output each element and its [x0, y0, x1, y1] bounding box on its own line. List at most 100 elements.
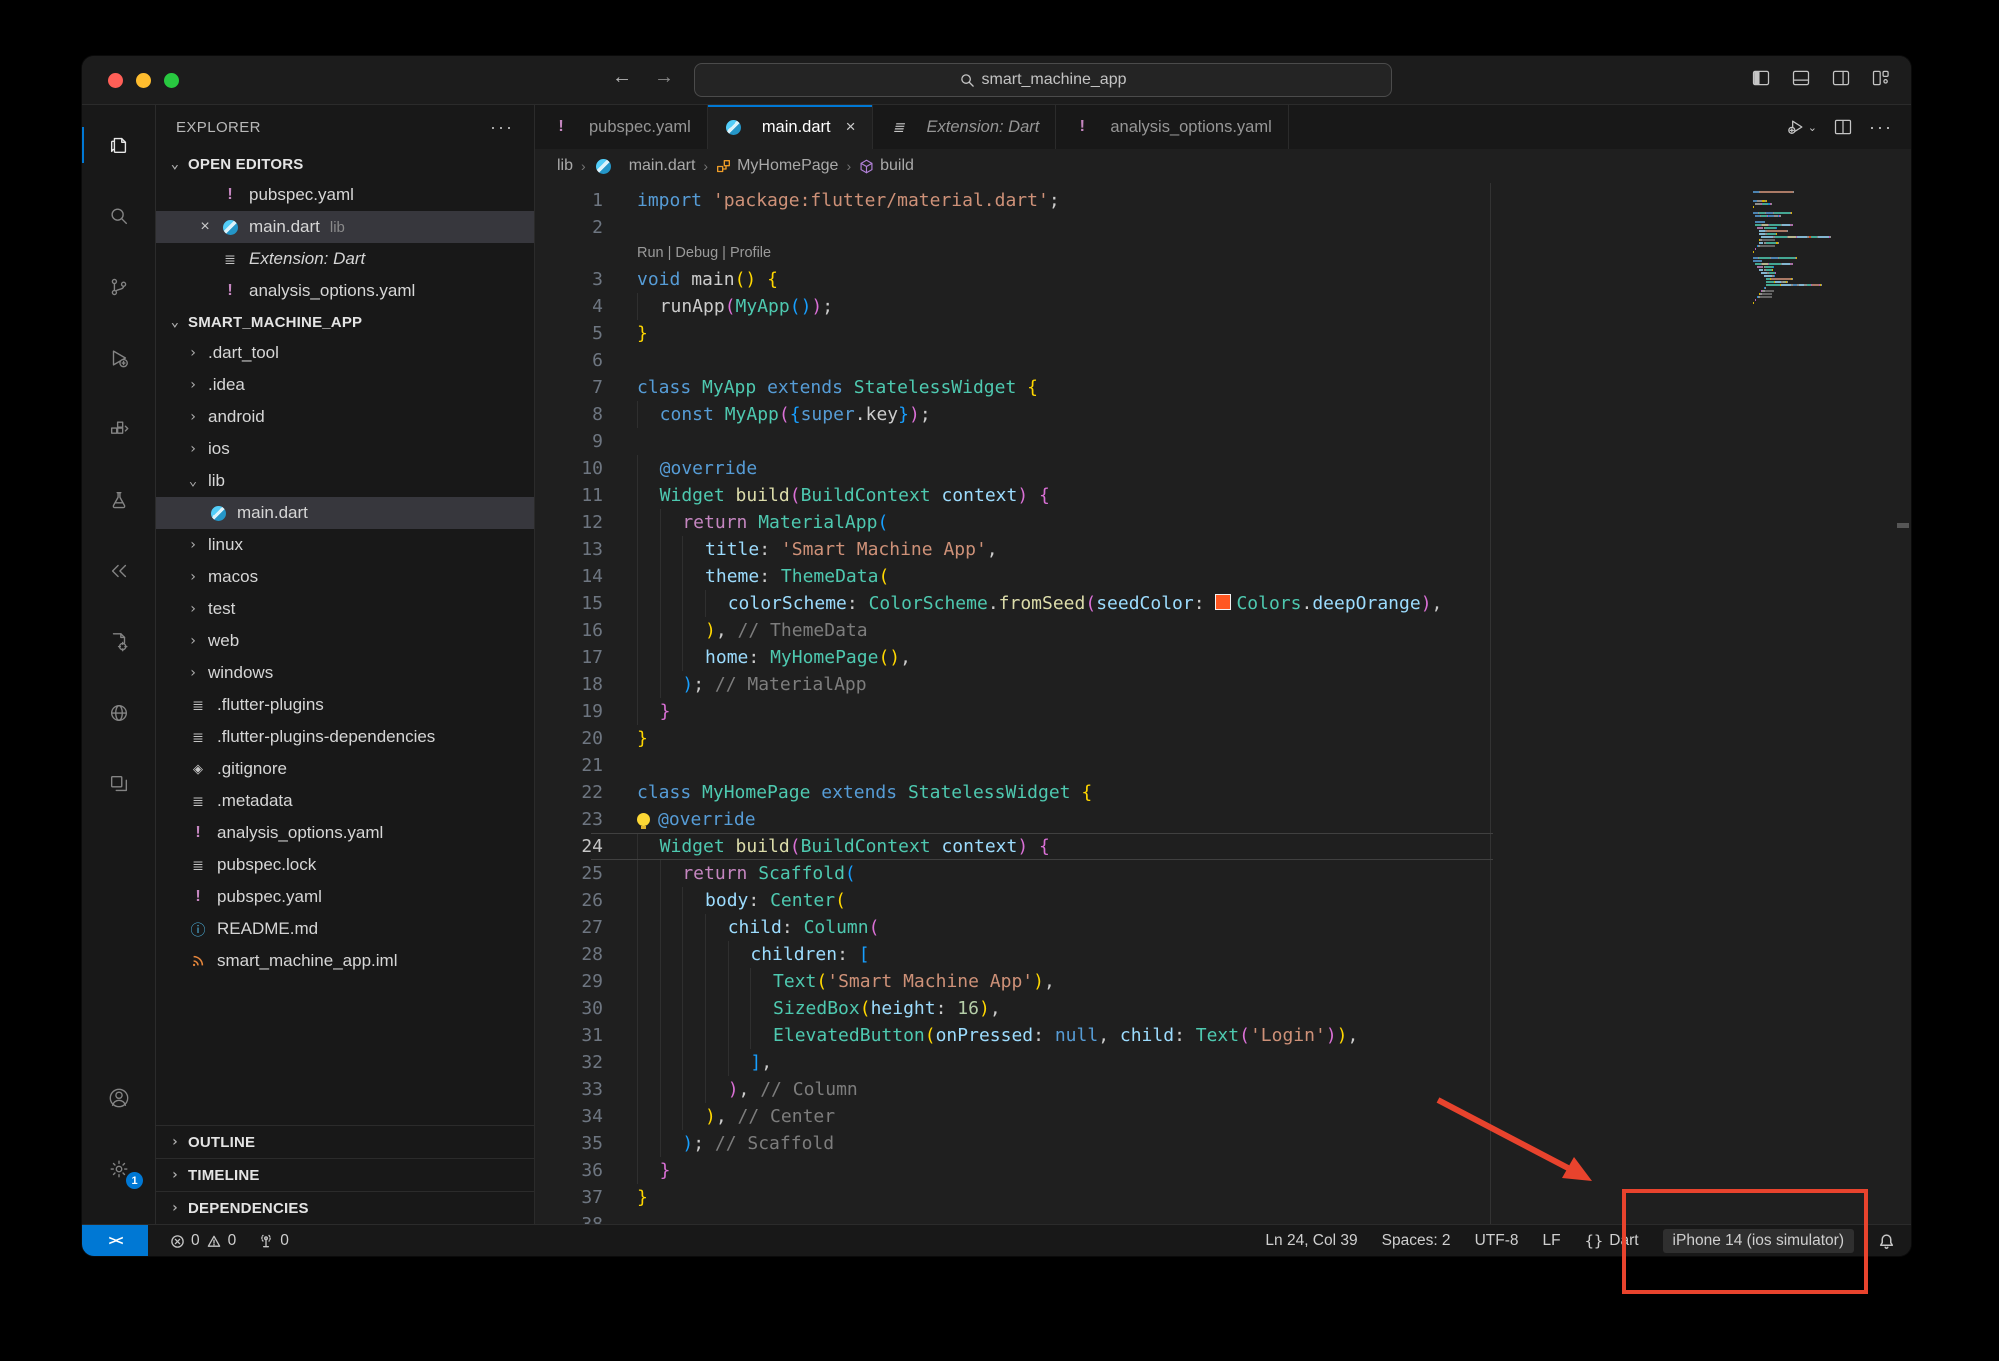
- folder-android[interactable]: ›android: [156, 401, 534, 433]
- minimize-window-button[interactable]: [136, 73, 151, 88]
- toggle-panel-bottom-icon[interactable]: [1791, 68, 1811, 88]
- line-number: 13: [535, 536, 603, 563]
- cursor-position[interactable]: Ln 24, Col 39: [1265, 1232, 1357, 1250]
- close-window-button[interactable]: [108, 73, 123, 88]
- warning-icon: [206, 1234, 222, 1249]
- customize-layout-icon[interactable]: [1871, 68, 1891, 88]
- lightbulb-icon[interactable]: [637, 813, 650, 826]
- close-tab-icon[interactable]: ×: [846, 117, 856, 137]
- code-editor[interactable]: 1import 'package:flutter/material.dart';…: [535, 183, 1911, 1224]
- chevron-down-icon: ⌄: [168, 156, 182, 172]
- section-dependencies[interactable]: ›DEPENDENCIES: [156, 1191, 534, 1224]
- eol-sequence[interactable]: LF: [1542, 1232, 1560, 1250]
- list-file-icon: ≣: [188, 697, 208, 714]
- remote-explorer-icon[interactable]: [82, 758, 155, 810]
- settings-gear-icon[interactable]: 1: [82, 1143, 155, 1195]
- language-mode[interactable]: {} Dart: [1585, 1232, 1639, 1250]
- run-debug-dropdown-icon[interactable]: ⌄: [1786, 117, 1817, 137]
- chevron-down-icon: ⌄: [168, 314, 182, 330]
- file-readme-md[interactable]: ⓘREADME.md: [156, 913, 534, 945]
- indentation[interactable]: Spaces: 2: [1382, 1232, 1451, 1250]
- notifications-bell-icon[interactable]: [1878, 1233, 1895, 1250]
- open-editor-pubspec-yaml[interactable]: !pubspec.yaml: [156, 179, 534, 211]
- folder--dart-tool[interactable]: ›.dart_tool: [156, 337, 534, 369]
- line-number: 8: [535, 401, 603, 428]
- line-number: 16: [535, 617, 603, 644]
- zoom-window-button[interactable]: [164, 73, 179, 88]
- file-pubspec-lock[interactable]: ≣pubspec.lock: [156, 849, 534, 881]
- device-selector[interactable]: iPhone 14 (ios simulator): [1663, 1229, 1854, 1253]
- line-number: 3: [535, 266, 603, 293]
- scrollbar-thumb[interactable]: [1897, 523, 1909, 528]
- source-control-icon[interactable]: [82, 261, 155, 313]
- folder-lib[interactable]: ⌄lib: [156, 465, 534, 497]
- account-icon[interactable]: [82, 1072, 155, 1124]
- folder-web[interactable]: ›web: [156, 625, 534, 657]
- folder--idea[interactable]: ›.idea: [156, 369, 534, 401]
- line-number: 6: [535, 347, 603, 374]
- breadcrumb-myhomepage[interactable]: MyHomePage: [716, 157, 838, 175]
- folder-macos[interactable]: ›macos: [156, 561, 534, 593]
- open-editor-main-dart[interactable]: ×main.dartlib: [156, 211, 534, 243]
- testing-icon[interactable]: [82, 474, 155, 526]
- section-outline[interactable]: ›OUTLINE: [156, 1125, 534, 1158]
- tab-main-dart[interactable]: main.dart×: [708, 105, 873, 149]
- warning-file-icon: !: [220, 282, 240, 300]
- feedback-indicator[interactable]: 0: [258, 1232, 289, 1250]
- encoding[interactable]: UTF-8: [1475, 1232, 1519, 1250]
- breadcrumb-main-dart[interactable]: main.dart: [594, 157, 696, 175]
- file--flutter-plugins[interactable]: ≣.flutter-plugins: [156, 689, 534, 721]
- chevron-right-icon: ›: [186, 537, 200, 553]
- code-line-1: 1import 'package:flutter/material.dart';: [535, 187, 1911, 214]
- open-editor-extension-dart[interactable]: ≣Extension: Dart: [156, 243, 534, 275]
- run-debug-icon[interactable]: [82, 332, 155, 384]
- explorer-more-actions[interactable]: ···: [490, 117, 514, 138]
- open-editors-header[interactable]: ⌄ OPEN EDITORS: [156, 149, 534, 179]
- line-number: 10: [535, 455, 603, 482]
- file-main-dart[interactable]: main.dart: [156, 497, 534, 529]
- file-smart-machine-app-iml[interactable]: smart_machine_app.iml: [156, 945, 534, 977]
- command-center-search[interactable]: smart_machine_app: [694, 63, 1392, 97]
- explorer-icon[interactable]: [82, 119, 155, 171]
- search-icon[interactable]: [82, 190, 155, 242]
- problems-indicator[interactable]: 0 0: [170, 1232, 236, 1250]
- file-settings-icon[interactable]: [82, 616, 155, 668]
- breadcrumb-build[interactable]: build: [859, 157, 914, 175]
- file-pubspec-yaml[interactable]: !pubspec.yaml: [156, 881, 534, 913]
- toggle-sidebar-left-icon[interactable]: [1751, 68, 1771, 88]
- section-timeline[interactable]: ›TIMELINE: [156, 1158, 534, 1191]
- folder-ios[interactable]: ›ios: [156, 433, 534, 465]
- remote-indicator[interactable]: ><: [82, 1225, 148, 1256]
- file-analysis-options-yaml[interactable]: !analysis_options.yaml: [156, 817, 534, 849]
- folder-linux[interactable]: ›linux: [156, 529, 534, 561]
- toggle-sidebar-right-icon[interactable]: [1831, 68, 1851, 88]
- codelens-run-debug-profile[interactable]: Run | Debug | Profile: [637, 241, 1911, 266]
- breadcrumb-lib[interactable]: lib: [557, 157, 573, 175]
- project-root-header[interactable]: ⌄ SMART_MACHINE_APP: [156, 307, 534, 337]
- more-actions-icon[interactable]: ···: [1869, 117, 1893, 138]
- split-editor-icon[interactable]: [1833, 117, 1853, 137]
- back-arrow-button[interactable]: ←: [612, 66, 632, 89]
- code-line-37: 37}: [535, 1184, 1911, 1211]
- chevron-right-icon: ›: [186, 633, 200, 649]
- close-editor-icon[interactable]: ×: [190, 218, 220, 236]
- tab-analysis-options-yaml[interactable]: !analysis_options.yaml: [1056, 105, 1288, 149]
- minimap[interactable]: [1753, 191, 1875, 308]
- globe-icon[interactable]: [82, 687, 155, 739]
- file--gitignore[interactable]: ◈.gitignore: [156, 753, 534, 785]
- forward-arrow-button[interactable]: →: [654, 66, 674, 89]
- open-editor-analysis-options-yaml[interactable]: !analysis_options.yaml: [156, 275, 534, 307]
- tab-pubspec-yaml[interactable]: !pubspec.yaml: [535, 105, 708, 149]
- file--flutter-plugins-dependencies[interactable]: ≣.flutter-plugins-dependencies: [156, 721, 534, 753]
- code-line-9: 9: [535, 428, 1911, 455]
- folder-windows[interactable]: ›windows: [156, 657, 534, 689]
- extensions-icon[interactable]: [82, 403, 155, 455]
- file--metadata[interactable]: ≣.metadata: [156, 785, 534, 817]
- list-file-icon: ≣: [188, 793, 208, 810]
- list-file-icon: ≣: [188, 729, 208, 746]
- references-icon[interactable]: [82, 545, 155, 597]
- warning-file-icon: !: [551, 118, 571, 136]
- line-number: 11: [535, 482, 603, 509]
- tab-extension-dart[interactable]: ≣Extension: Dart: [873, 105, 1057, 149]
- folder-test[interactable]: ›test: [156, 593, 534, 625]
